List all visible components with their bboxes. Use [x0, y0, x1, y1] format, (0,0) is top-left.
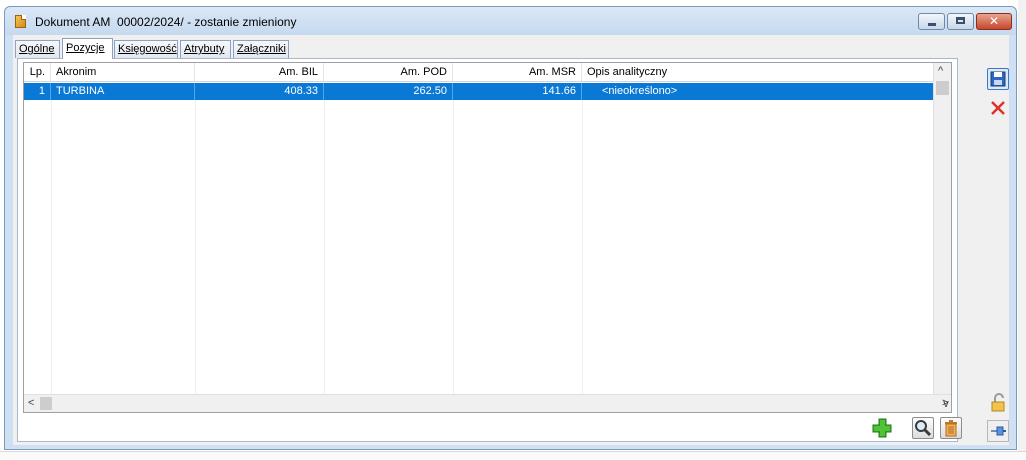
cell-lp: 1 — [24, 83, 51, 100]
cell-akronim: TURBINA — [51, 83, 195, 100]
save-button[interactable] — [987, 68, 1009, 90]
search-button[interactable] — [912, 417, 934, 439]
tab-pozycje[interactable]: Pozycje — [62, 38, 113, 59]
close-button[interactable]: ✕ — [976, 13, 1012, 30]
column-divider — [324, 81, 325, 394]
positions-grid[interactable]: Lp. Akronim Am. BIL Am. POD Am. MSR Opis… — [23, 62, 952, 413]
cell-am-pod: 262.50 — [324, 83, 453, 100]
window-client-area: Ogólne Pozycje Księgowość Atrybuty Załąc… — [13, 35, 1009, 445]
scroll-left-icon[interactable]: < — [28, 395, 34, 412]
cancel-icon — [991, 101, 1005, 115]
vertical-scroll-thumb[interactable] — [936, 81, 949, 95]
lock-button[interactable] — [987, 392, 1009, 414]
column-divider — [195, 81, 196, 394]
horizontal-scroll-thumb[interactable] — [40, 397, 52, 410]
cell-am-bil: 408.33 — [195, 83, 324, 100]
add-button[interactable] — [871, 417, 893, 439]
positions-panel: Lp. Akronim Am. BIL Am. POD Am. MSR Opis… — [17, 58, 962, 442]
column-header-opis-analityczny[interactable]: Opis analityczny — [582, 63, 935, 81]
column-header-akronim[interactable]: Akronim — [51, 63, 195, 81]
tab-atrybuty[interactable]: Atrybuty — [180, 40, 231, 58]
tab-zalaczniki[interactable]: Załączniki — [233, 40, 289, 58]
document-window: Dokument AM 00002/2024/ - zostanie zmien… — [4, 6, 1017, 450]
maximize-button[interactable] — [947, 13, 974, 30]
cancel-button[interactable] — [987, 97, 1009, 119]
scroll-down-icon[interactable]: v — [939, 396, 951, 412]
delete-button[interactable] — [940, 417, 962, 439]
column-divider — [453, 81, 454, 394]
pin-icon — [991, 426, 1006, 436]
scroll-up-icon[interactable]: ^ — [938, 63, 943, 80]
cell-am-msr: 141.66 — [453, 83, 582, 100]
pin-button[interactable] — [987, 420, 1009, 442]
column-header-am-pod[interactable]: Am. POD — [324, 63, 453, 81]
minimize-button[interactable] — [918, 13, 945, 30]
add-icon — [872, 418, 892, 438]
column-divider — [51, 81, 52, 394]
column-divider — [582, 81, 583, 394]
vertical-scrollbar[interactable]: ^ — [933, 63, 951, 396]
document-icon — [15, 15, 26, 28]
table-row[interactable]: 1 TURBINA 408.33 262.50 141.66 <nieokreś… — [24, 83, 951, 100]
save-icon — [990, 71, 1006, 87]
search-icon — [915, 420, 932, 437]
column-header-am-bil[interactable]: Am. BIL — [195, 63, 324, 81]
window-title: Dokument AM 00002/2024/ - zostanie zmien… — [35, 15, 297, 29]
cell-opis-analityczny: <nieokreślono> — [602, 85, 678, 97]
column-header-lp[interactable]: Lp. — [24, 63, 51, 81]
trash-icon — [945, 420, 957, 437]
background-window-edge — [1018, 0, 1026, 459]
tab-ogolne[interactable]: Ogólne — [15, 40, 60, 58]
grid-header: Lp. Akronim Am. BIL Am. POD Am. MSR Opis… — [24, 63, 951, 82]
close-icon: ✕ — [988, 14, 1000, 28]
column-header-am-msr[interactable]: Am. MSR — [453, 63, 582, 81]
tab-ksiegowosc[interactable]: Księgowość — [114, 40, 178, 58]
padlock-icon — [991, 393, 1005, 412]
title-bar[interactable]: Dokument AM 00002/2024/ - zostanie zmien… — [5, 7, 1016, 35]
horizontal-scrollbar[interactable]: < > — [24, 394, 951, 412]
